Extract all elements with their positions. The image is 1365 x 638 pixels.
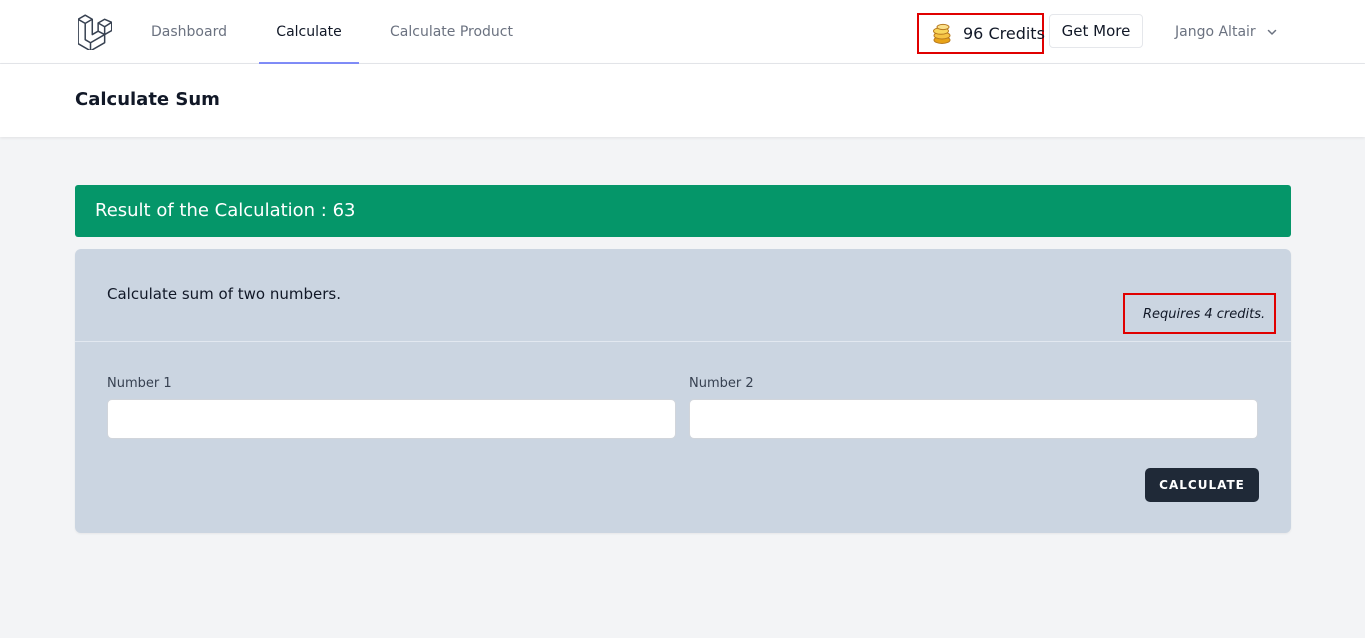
credits-label: 96 Credits [963,24,1045,43]
card-divider [75,341,1291,342]
nav-link-calculate-product[interactable]: Calculate Product [390,0,513,64]
user-name: Jango Altair [1175,24,1256,40]
page-title: Calculate Sum [75,89,220,110]
calculate-button[interactable]: CALCULATE [1145,468,1259,502]
result-text: Result of the Calculation : 63 [95,200,356,221]
coin-stack-icon [933,23,951,44]
form-description: Calculate sum of two numbers. [107,285,341,303]
number-1-input[interactable] [107,399,676,439]
credit-requirement-notice: Requires 4 credits. [1123,293,1276,334]
credits-balance: 96 Credits [917,13,1045,54]
credit-requirement-text: Requires 4 credits. [1143,307,1266,322]
laravel-logo-icon[interactable] [78,14,112,50]
nav-link-calculate-sum[interactable]: Calculate Sum [259,0,359,104]
number-2-input[interactable] [689,399,1258,439]
get-more-credits-button[interactable]: Get More [1049,14,1143,48]
number-1-label: Number 1 [107,376,172,391]
calculate-form-card: Calculate sum of two numbers. Requires 4… [75,249,1291,533]
number-2-label: Number 2 [689,376,754,391]
result-banner: Result of the Calculation : 63 [75,185,1291,237]
chevron-down-icon [1267,29,1277,35]
top-navigation-bar: Dashboard Calculate Sum Calculate Produc… [0,0,1365,104]
nav-link-dashboard[interactable]: Dashboard [150,0,228,64]
page-header: Calculate Sum [0,64,1365,137]
user-menu-trigger[interactable]: Jango Altair [1175,18,1278,46]
